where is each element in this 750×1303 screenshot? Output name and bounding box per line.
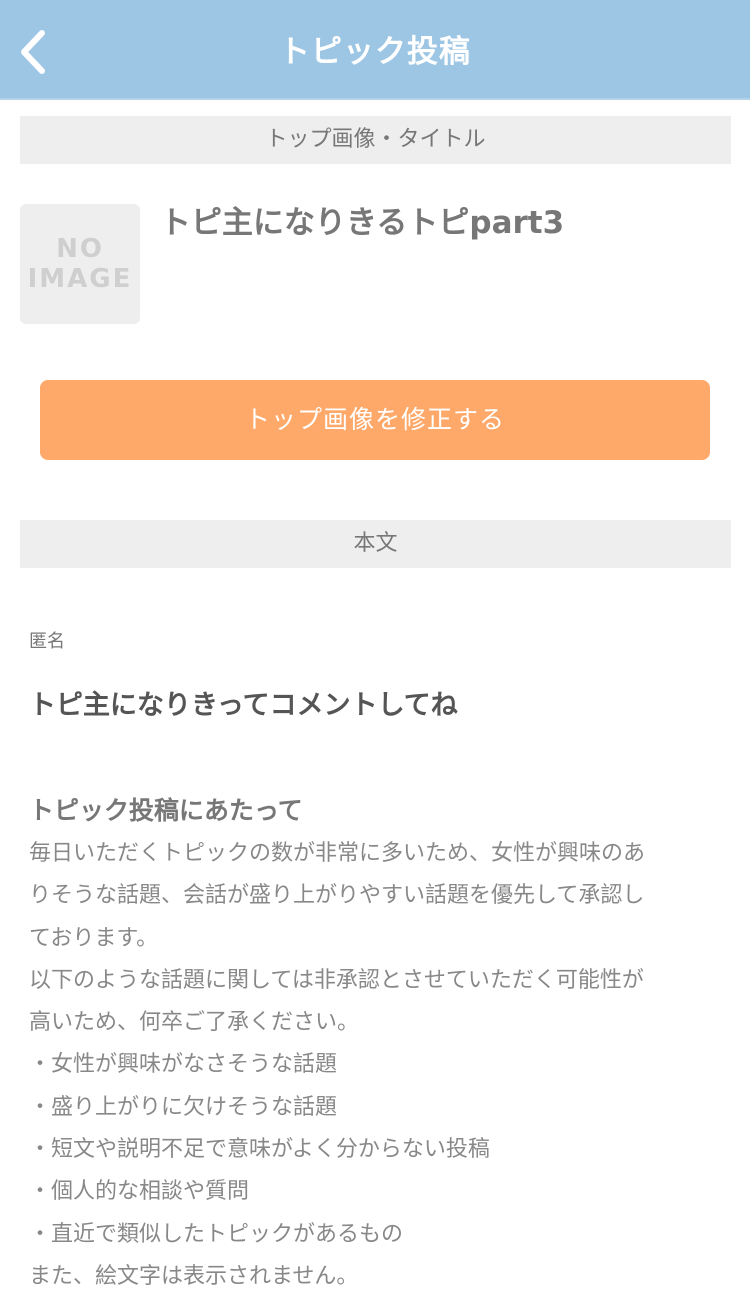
post-body-text: トピ主になりきってコメントしてね — [29, 690, 458, 721]
section-header-top-image: トップ画像・タイトル — [20, 116, 731, 164]
guidelines-line: また、絵文字は表示されません。 — [29, 1263, 359, 1289]
guidelines-heading: トピック投稿にあたって — [29, 796, 303, 825]
section-header-body: 本文 — [20, 520, 731, 568]
guidelines-line: ・直近で類似したトピックがあるもの — [29, 1221, 404, 1247]
guidelines-line: ・短文や説明不足で意味がよく分からない投稿 — [29, 1137, 490, 1163]
guidelines-text: 毎日いただくトピックの数が非常に多いため、女性が興味のあ りそうな話題、会話が盛… — [29, 833, 719, 1298]
guidelines-line: 毎日いただくトピックの数が非常に多いため、女性が興味のあ — [29, 841, 646, 866]
topic-title: トピ主になりきるトピpart3 — [160, 205, 565, 241]
no-image-text-line2: IMAGE — [27, 264, 133, 294]
author-name: 匿名 — [29, 631, 65, 652]
guidelines-line: りそうな話題、会話が盛り上がりやすい話題を優先して承認し — [29, 883, 645, 909]
edit-top-image-button[interactable]: トップ画像を修正する — [40, 380, 710, 460]
no-image-thumbnail: NO IMAGE — [20, 204, 140, 324]
guidelines-line: ・個人的な相談や質問 — [29, 1179, 250, 1205]
no-image-text-line1: NO — [56, 234, 104, 264]
guidelines-line: 以下のような話題に関しては非承認とさせていただく可能性が — [29, 967, 644, 993]
guidelines-line: 高いため、何卒ご了承ください。 — [29, 1010, 360, 1036]
guidelines-line: ・盛り上がりに欠けそうな話題 — [29, 1094, 338, 1120]
guidelines-line: ・女性が興味がなさそうな話題 — [29, 1052, 338, 1078]
page-title: トピック投稿 — [279, 34, 471, 70]
guidelines-line: ております。 — [29, 925, 159, 951]
